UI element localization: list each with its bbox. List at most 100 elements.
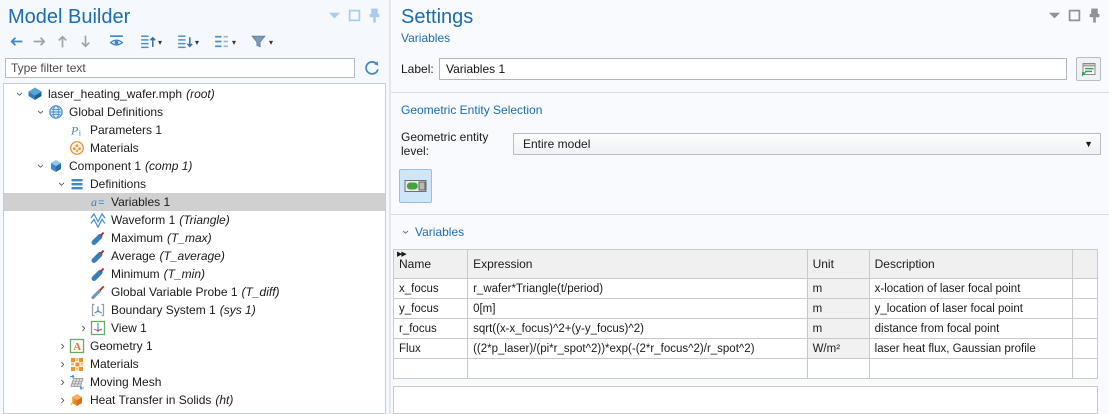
tree-expander-icon[interactable]: ›	[56, 338, 69, 354]
filter-input[interactable]	[5, 58, 355, 78]
cell-description[interactable]: distance from focal point	[869, 319, 1072, 339]
dropdown-caret-icon[interactable]: ▾	[232, 38, 236, 47]
probe-icon	[90, 248, 106, 264]
tree-item-definitions[interactable]: › Definitions	[4, 175, 385, 193]
tree-item-view-1[interactable]: ›View 1	[4, 319, 385, 337]
pin-icon[interactable]	[1088, 9, 1101, 22]
tree-item-minimum[interactable]: Minimum(T_min)	[4, 265, 385, 283]
cell-extra	[1072, 339, 1097, 359]
cell-name[interactable]: y_focus	[394, 299, 468, 319]
svg-text:A: A	[73, 341, 81, 353]
cell-name[interactable]	[394, 359, 468, 379]
collapse-tree-button[interactable]: ▾	[174, 33, 201, 53]
parameters-icon: Pi	[69, 122, 85, 138]
cell-extra	[1072, 359, 1097, 379]
geometric-entity-level-label: Geometric entity level:	[401, 130, 513, 158]
node-text-button[interactable]: ▾	[211, 33, 238, 53]
show-eye-button[interactable]	[106, 33, 127, 53]
tree-item-global-definitions[interactable]: ›Global Definitions	[4, 103, 385, 121]
section-separator	[391, 92, 1109, 93]
cell-unit[interactable]: W/m²	[807, 339, 869, 359]
dropdown-caret-icon[interactable]: ▾	[195, 38, 199, 47]
tree-item-label: Definitions	[90, 177, 146, 191]
tree-item-materials[interactable]: Materials	[4, 139, 385, 157]
refresh-filter-button[interactable]	[361, 58, 383, 78]
tree-item-variables-1[interactable]: a=Variables 1	[4, 193, 385, 211]
cell-expression[interactable]: r_wafer*Triangle(t/period)	[468, 279, 807, 299]
tree-expander-icon[interactable]: ›	[56, 176, 69, 192]
tree-expander-icon[interactable]: ›	[56, 374, 69, 390]
tree-item-maximum[interactable]: Maximum(T_max)	[4, 229, 385, 247]
model-tree: ›laser_heating_wafer.mph(root)›Global De…	[3, 83, 386, 414]
label-note-button[interactable]	[1076, 57, 1101, 81]
tree-item-label: Heat Transfer in Solids	[90, 393, 211, 407]
active-selection-button[interactable]	[399, 169, 432, 203]
dropdown-caret-icon[interactable]: ▾	[269, 38, 273, 47]
cell-description[interactable]: laser heat flux, Gaussian profile	[869, 339, 1072, 359]
tree-item-tag: (Triangle)	[179, 213, 229, 227]
cell-name[interactable]: r_focus	[394, 319, 468, 339]
tree-item-parameters-1[interactable]: PiParameters 1	[4, 121, 385, 139]
cell-unit[interactable]	[807, 359, 869, 379]
cell-expression[interactable]: ((2*p_laser)/(pi*r_spot^2))*exp(-(2*r_fo…	[468, 339, 807, 359]
component-icon	[48, 158, 64, 174]
tree-item-label: Average	[111, 249, 155, 263]
cell-unit[interactable]: m	[807, 299, 869, 319]
dropdown-icon[interactable]	[328, 9, 341, 22]
tree-item-waveform-1[interactable]: Waveform 1(Triangle)	[4, 211, 385, 229]
cell-description[interactable]	[869, 359, 1072, 379]
forward-arrow-button[interactable]	[29, 33, 50, 53]
cell-expression[interactable]	[468, 359, 807, 379]
move-down-arrow-button[interactable]	[75, 33, 96, 53]
tree-item-component-1[interactable]: ›Component 1(comp 1)	[4, 157, 385, 175]
materials-comp-icon	[69, 356, 85, 372]
restore-icon[interactable]	[1068, 9, 1081, 22]
label-input[interactable]	[439, 58, 1067, 80]
tree-item-geometry-1[interactable]: ›AGeometry 1	[4, 337, 385, 355]
cell-name[interactable]: Flux	[394, 339, 468, 359]
tree-expander-icon[interactable]: ›	[56, 356, 69, 372]
tree-expander-icon[interactable]: ›	[77, 320, 90, 336]
cell-expression[interactable]: sqrt((x-x_focus)^2+(y-y_focus)^2)	[468, 319, 807, 339]
restore-icon[interactable]	[348, 9, 361, 22]
filter-funnel-button[interactable]: ▾	[248, 33, 275, 53]
cell-description[interactable]: x-location of laser focal point	[869, 279, 1072, 299]
tree-expander-icon[interactable]: ›	[35, 158, 48, 174]
section-separator	[391, 214, 1109, 215]
cell-name[interactable]: x_focus	[394, 279, 468, 299]
column-header-unit: Unit	[807, 250, 869, 279]
tree-expander-icon[interactable]: ›	[14, 86, 27, 102]
svg-text:=: =	[98, 197, 104, 209]
expand-tree-button[interactable]: ▾	[137, 33, 164, 53]
tree-item-average[interactable]: Average(T_average)	[4, 247, 385, 265]
tree-item-heat-transfer-in-solids[interactable]: › Heat Transfer in Solids (ht)	[4, 391, 385, 409]
expand-tree-icon	[139, 33, 156, 53]
geometric-entity-level-select[interactable]: Entire model ▼	[513, 133, 1101, 155]
pin-icon[interactable]	[368, 9, 381, 22]
tree-expander-icon[interactable]: ›	[35, 104, 48, 120]
tree-expander-icon[interactable]: ›	[56, 392, 69, 408]
back-arrow-button[interactable]	[6, 33, 27, 53]
tree-item-label: Boundary System 1	[111, 303, 216, 317]
section-collapse-chevron-icon[interactable]: ›	[399, 224, 413, 240]
comsol-root-icon	[27, 86, 43, 102]
svg-text:a: a	[91, 195, 97, 209]
cell-unit[interactable]: m	[807, 279, 869, 299]
back-arrow-icon	[8, 33, 25, 53]
cell-expression[interactable]: 0[m]	[468, 299, 807, 319]
cell-description[interactable]: y_location of laser focal point	[869, 299, 1072, 319]
tree-item-tag: (ht)	[215, 393, 233, 407]
tree-item-materials[interactable]: ›Materials	[4, 355, 385, 373]
active-selection-toggle-icon	[404, 178, 428, 194]
tree-item-label: Materials	[90, 141, 139, 155]
tree-item-laser-heating-wafer-mph[interactable]: ›laser_heating_wafer.mph(root)	[4, 85, 385, 103]
tree-item-global-variable-probe-1[interactable]: Global Variable Probe 1(T_diff)	[4, 283, 385, 301]
tree-item-tag: (sys 1)	[220, 303, 256, 317]
cell-unit[interactable]: m	[807, 319, 869, 339]
dropdown-caret-icon[interactable]: ▾	[158, 38, 162, 47]
tree-item-moving-mesh[interactable]: ›Moving Mesh	[4, 373, 385, 391]
dropdown-icon[interactable]	[1048, 9, 1061, 22]
tree-item-boundary-system-1[interactable]: Boundary System 1 (sys 1)	[4, 301, 385, 319]
waveform-icon	[90, 212, 106, 228]
move-up-arrow-button[interactable]	[52, 33, 73, 53]
